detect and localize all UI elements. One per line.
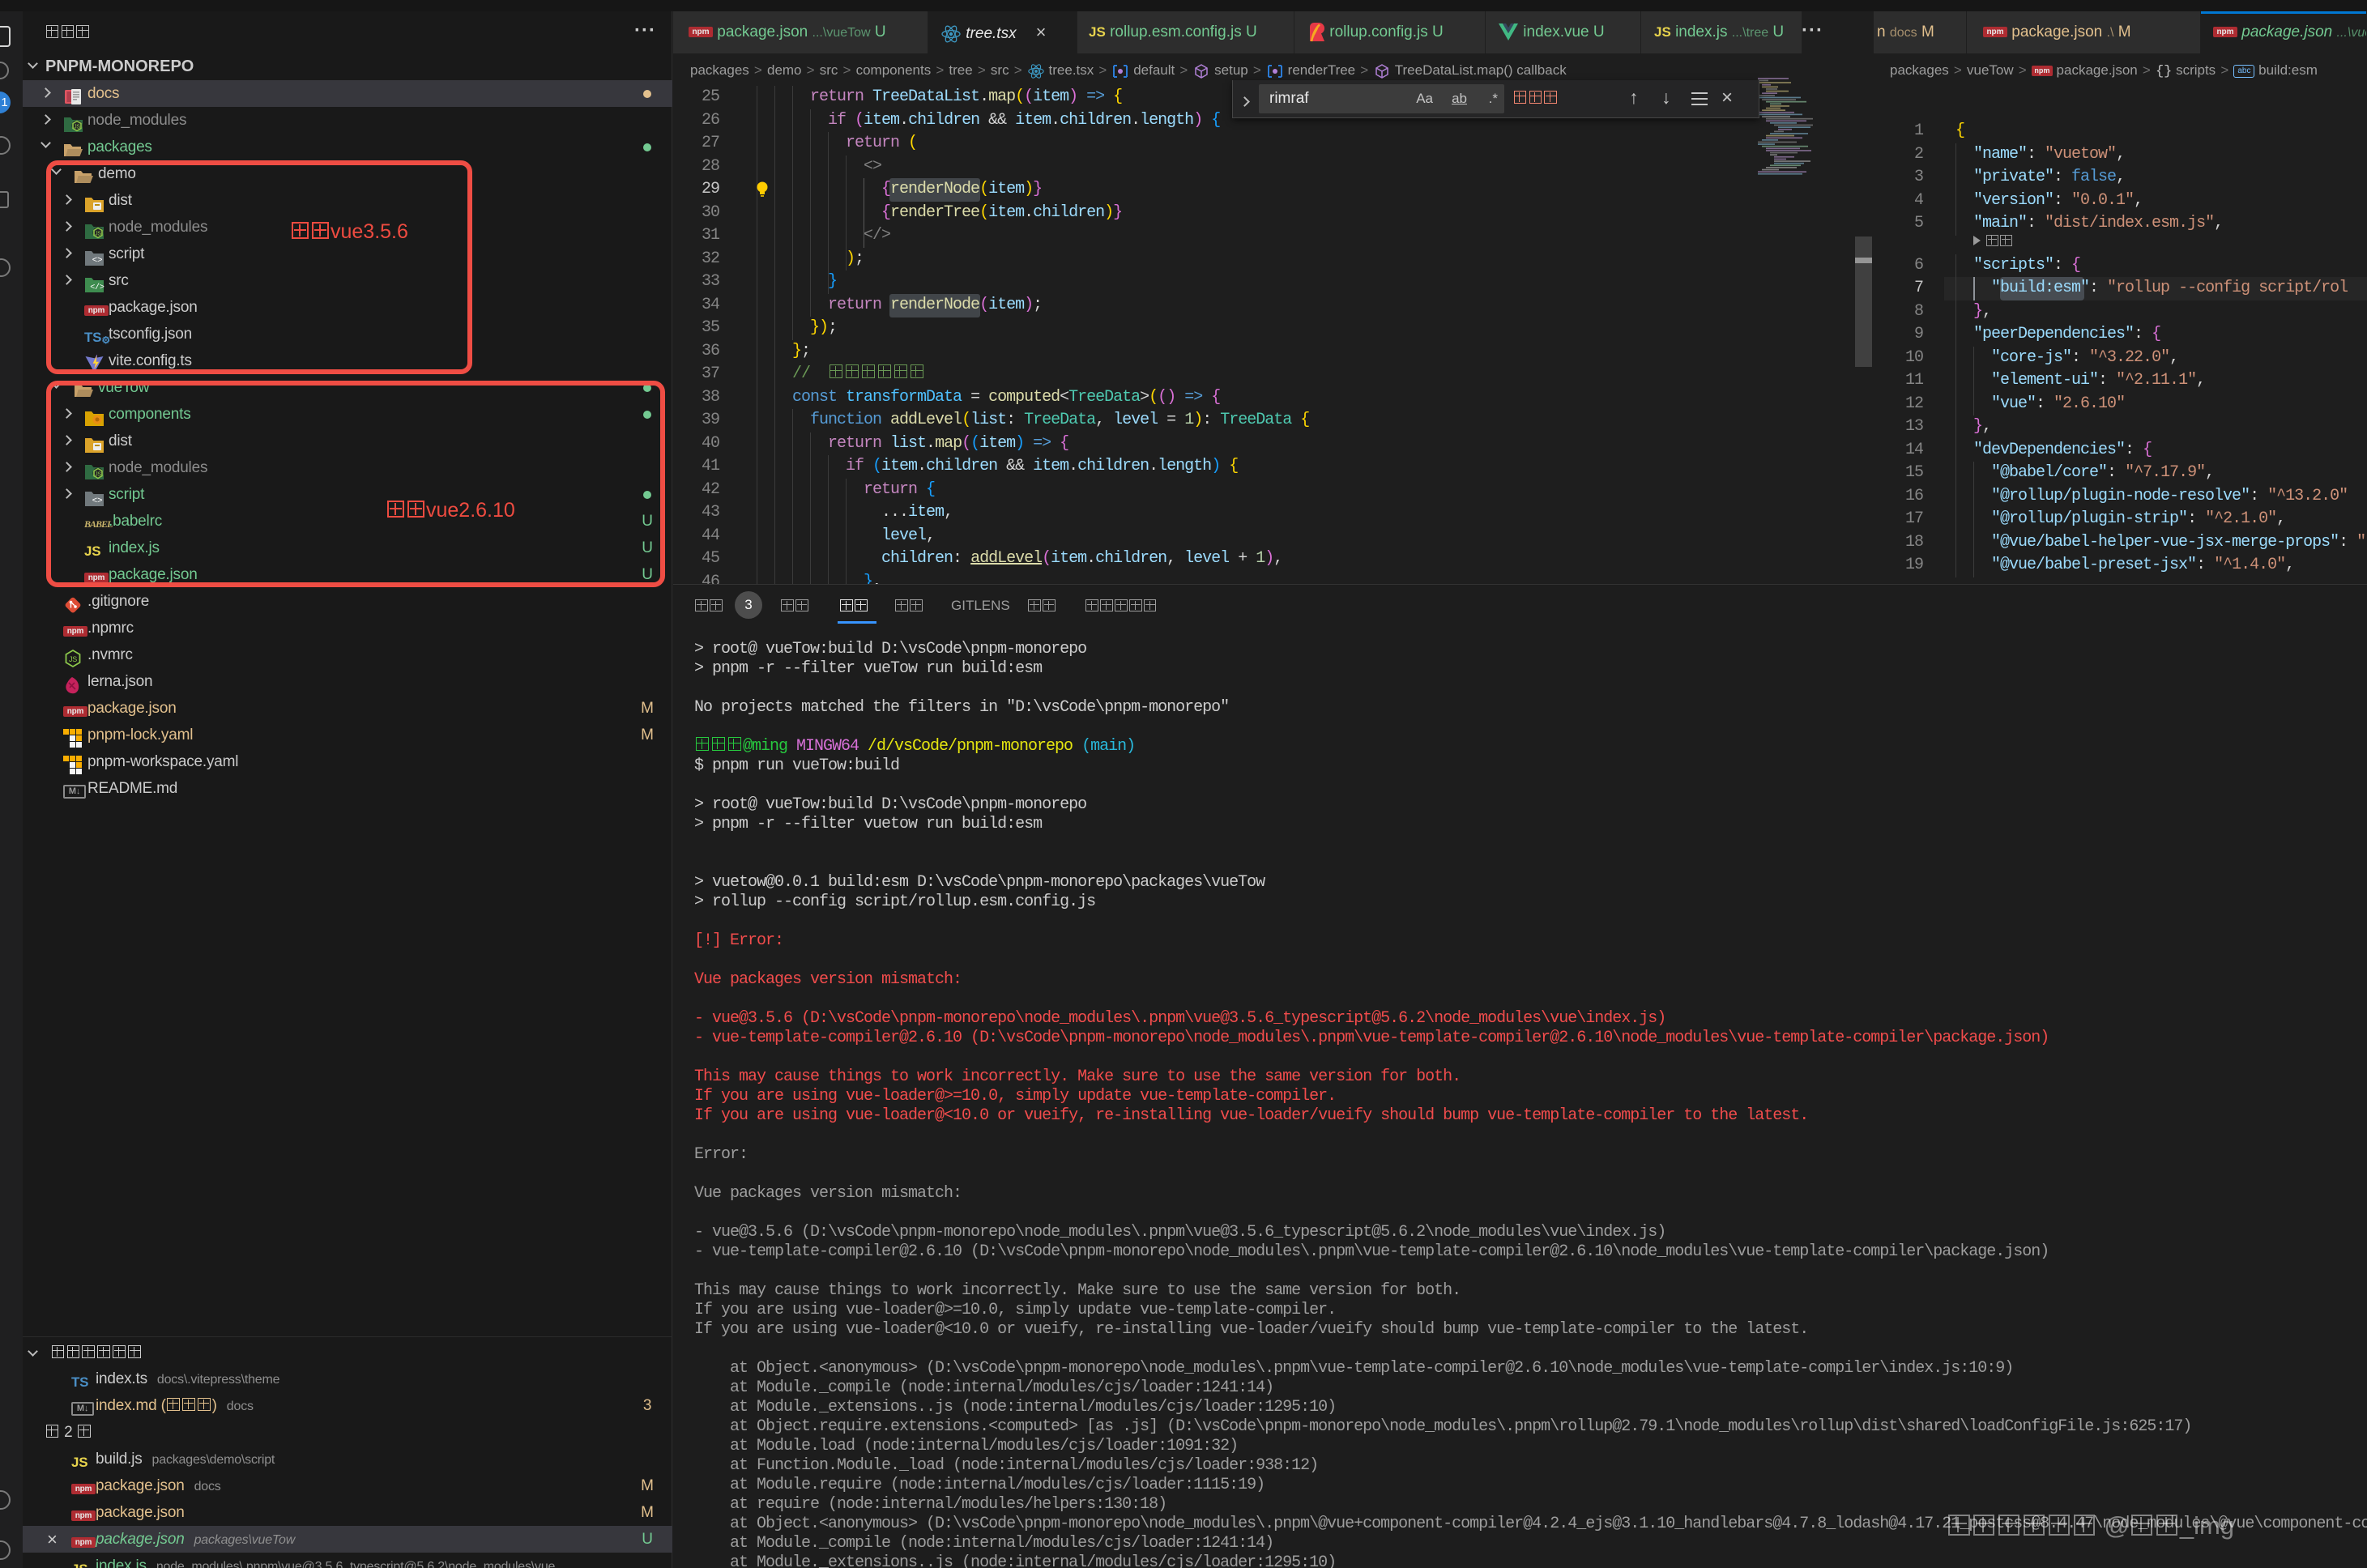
svg-text:JS: JS bbox=[69, 655, 77, 663]
svg-text:JS: JS bbox=[74, 125, 80, 130]
